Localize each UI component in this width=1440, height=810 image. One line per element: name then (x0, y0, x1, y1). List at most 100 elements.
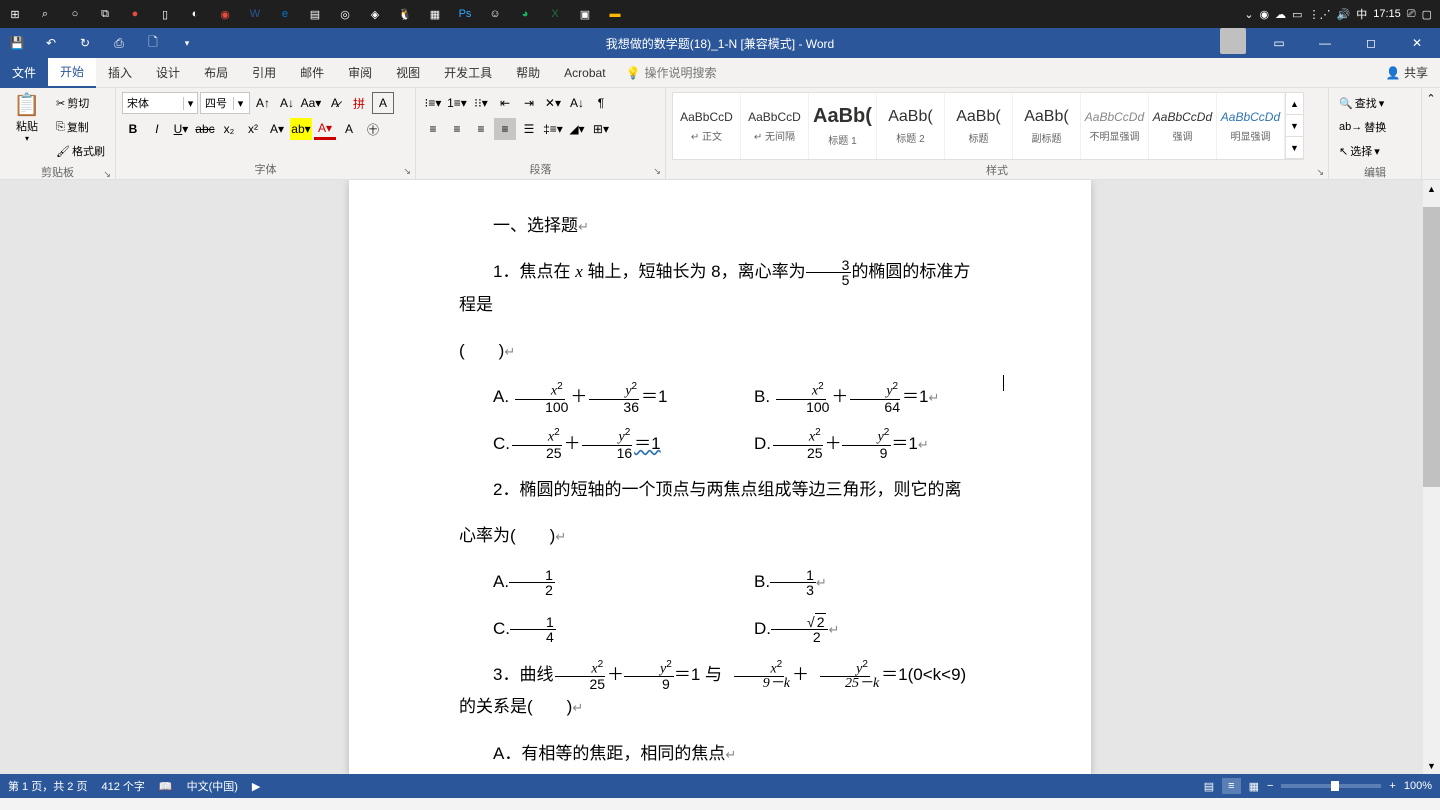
page-indicator[interactable]: 第 1 页，共 2 页 (8, 778, 87, 794)
replace-button[interactable]: ab→ 替换 (1335, 116, 1415, 138)
share-button[interactable]: 👤 共享 (1386, 64, 1428, 81)
undo-button[interactable]: ↶ (34, 28, 68, 58)
search-icon[interactable]: ⌕ (30, 0, 60, 28)
numbering-button[interactable]: 1≡▾ (446, 92, 468, 114)
tray-volume-icon[interactable]: 🔊 (1337, 8, 1351, 21)
phonetic-button[interactable]: 拼 (348, 92, 370, 114)
app-icon[interactable]: ◈ (360, 0, 390, 28)
style-subtle-emphasis[interactable]: AaBbCcDd不明显强调 (1081, 93, 1149, 159)
qq-icon[interactable]: 🐧 (390, 0, 420, 28)
decrease-indent-button[interactable]: ⇤ (494, 92, 516, 114)
asian-layout-button[interactable]: ✕▾ (542, 92, 564, 114)
user-avatar[interactable] (1220, 28, 1246, 54)
paste-button[interactable]: 📋 粘贴 ▾ (6, 92, 48, 143)
zoom-level[interactable]: 100% (1404, 780, 1432, 792)
gallery-down-button[interactable]: ▼ (1286, 115, 1303, 137)
page[interactable]: 一、选择题↵ 1．焦点在 x 轴上，短轴长为 8，离心率为35的椭圆的标准方程是… (349, 180, 1091, 774)
excel-icon[interactable]: X (540, 0, 570, 28)
superscript-button[interactable]: x² (242, 118, 264, 140)
notifications-icon[interactable]: ▢ (1422, 8, 1432, 21)
save-button[interactable]: 💾 (0, 28, 34, 58)
style-heading1[interactable]: AaBb(标题 1 (809, 93, 877, 159)
style-emphasis[interactable]: AaBbCcDd强调 (1149, 93, 1217, 159)
style-subtitle[interactable]: AaBb(副标题 (1013, 93, 1081, 159)
ps-icon[interactable]: Ps (450, 0, 480, 28)
gallery-up-button[interactable]: ▲ (1286, 93, 1303, 115)
format-painter-button[interactable]: 🖌 格式刷 (52, 140, 109, 162)
edge-icon[interactable]: e (270, 0, 300, 28)
tray-chevron-icon[interactable]: ⌄ (1244, 8, 1253, 21)
tab-help[interactable]: 帮助 (504, 58, 552, 88)
show-marks-button[interactable]: ¶ (590, 92, 612, 114)
scroll-up-button[interactable]: ▲ (1423, 180, 1440, 197)
tab-references[interactable]: 引用 (240, 58, 288, 88)
ime-indicator[interactable]: 中 (1356, 6, 1367, 22)
font-family-select[interactable]: ▾ (122, 92, 198, 114)
tray-wifi-icon[interactable]: ⋮⋰ (1309, 8, 1331, 21)
line-spacing-button[interactable]: ‡≡▾ (542, 118, 564, 140)
chrome-icon[interactable]: ◎ (330, 0, 360, 28)
cortana-icon[interactable]: ○ (60, 0, 90, 28)
minimize-button[interactable]: — (1302, 28, 1348, 58)
shrink-font-button[interactable]: A↓ (276, 92, 298, 114)
style-normal[interactable]: AaBbCcD↵ 正文 (673, 93, 741, 159)
tab-mail[interactable]: 邮件 (288, 58, 336, 88)
app-icon[interactable]: ▤ (300, 0, 330, 28)
borders-button[interactable]: ⊞▾ (590, 118, 612, 140)
tab-design[interactable]: 设计 (144, 58, 192, 88)
app-icon[interactable]: ▯ (150, 0, 180, 28)
language-indicator[interactable]: 中文(中国) (187, 778, 238, 794)
sort-button[interactable]: A↓ (566, 92, 588, 114)
tray-cloud-icon[interactable]: ☁ (1275, 8, 1286, 21)
dialog-launcher-icon[interactable]: ↘ (403, 166, 411, 177)
multilevel-button[interactable]: ⁝⁝▾ (470, 92, 492, 114)
align-left-button[interactable]: ≡ (422, 118, 444, 140)
highlight-button[interactable]: ab▾ (290, 118, 312, 140)
qat-customize[interactable]: ▾ (170, 28, 204, 58)
tab-acrobat[interactable]: Acrobat (552, 58, 617, 88)
copy-button[interactable]: ⎘ 复制 (52, 116, 109, 138)
char-border-button[interactable]: A (372, 92, 394, 114)
zoom-in-button[interactable]: + (1389, 780, 1395, 792)
bullets-button[interactable]: ⁝≡▾ (422, 92, 444, 114)
start-button[interactable]: ⊞ (0, 0, 30, 28)
font-size-select[interactable]: ▾ (200, 92, 250, 114)
word-icon[interactable]: W (240, 0, 270, 28)
enclose-char-button[interactable]: ㊉ (362, 118, 384, 140)
tab-home[interactable]: 开始 (48, 58, 96, 88)
ribbon-display-button[interactable]: ▭ (1256, 28, 1302, 58)
collapse-ribbon-button[interactable]: ⌃ (1422, 88, 1440, 179)
dialog-launcher-icon[interactable]: ↘ (653, 166, 661, 177)
app-icon[interactable]: ● (120, 0, 150, 28)
wechat-icon[interactable]: ◕ (510, 0, 540, 28)
subscript-button[interactable]: x₂ (218, 118, 240, 140)
read-mode-button[interactable]: ▤ (1204, 780, 1214, 793)
app-icon[interactable]: ▣ (570, 0, 600, 28)
proofing-icon[interactable]: 📖 (159, 780, 173, 793)
macro-icon[interactable]: ▶ (252, 780, 260, 793)
text-effects-button[interactable]: A▾ (266, 118, 288, 140)
underline-button[interactable]: U▾ (170, 118, 192, 140)
qat-button[interactable]: ⎙ (102, 28, 136, 58)
close-button[interactable]: ✕ (1394, 28, 1440, 58)
word-count[interactable]: 412 个字 (101, 778, 144, 794)
style-title[interactable]: AaBb(标题 (945, 93, 1013, 159)
style-intense-emphasis[interactable]: AaBbCcDd明显强调 (1217, 93, 1285, 159)
zoom-out-button[interactable]: − (1267, 780, 1273, 792)
distributed-button[interactable]: ☰ (518, 118, 540, 140)
shading-button[interactable]: ◢▾ (566, 118, 588, 140)
app-icon[interactable]: ◉ (210, 0, 240, 28)
justify-button[interactable]: ≡ (494, 118, 516, 140)
tab-view[interactable]: 视图 (384, 58, 432, 88)
tray-icon[interactable]: ◉ (1260, 8, 1270, 21)
redo-button[interactable]: ↻ (68, 28, 102, 58)
tab-dev[interactable]: 开发工具 (432, 58, 504, 88)
char-shading-button[interactable]: A (338, 118, 360, 140)
scroll-down-button[interactable]: ▼ (1423, 757, 1440, 774)
vertical-scrollbar[interactable]: ▲ ▼ (1423, 180, 1440, 774)
tray-icon[interactable]: ⎚ (1407, 8, 1416, 21)
gallery-more-button[interactable]: ▼ (1286, 137, 1303, 159)
tab-file[interactable]: 文件 (0, 58, 48, 88)
italic-button[interactable]: I (146, 118, 168, 140)
scroll-thumb[interactable] (1423, 207, 1440, 487)
